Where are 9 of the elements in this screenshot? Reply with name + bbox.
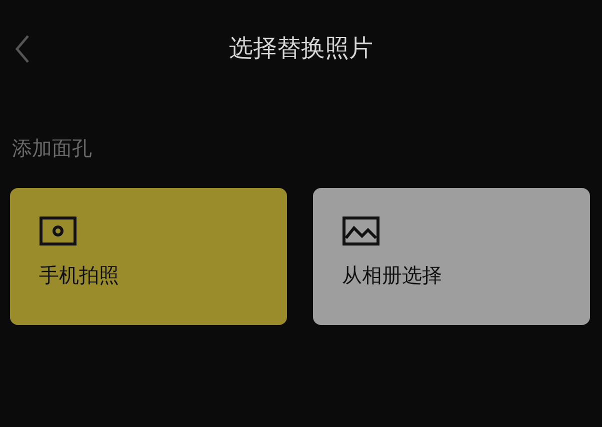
chevron-left-icon	[14, 34, 30, 64]
option-label: 手机拍照	[39, 262, 119, 289]
camera-icon	[39, 216, 77, 246]
option-label: 从相册选择	[342, 262, 442, 289]
take-photo-card[interactable]: 手机拍照	[10, 188, 287, 325]
image-icon	[342, 216, 380, 246]
page-title: 选择替换照片	[229, 32, 373, 64]
choose-album-card[interactable]: 从相册选择	[313, 188, 590, 325]
section-label: 添加面孔	[12, 136, 92, 160]
